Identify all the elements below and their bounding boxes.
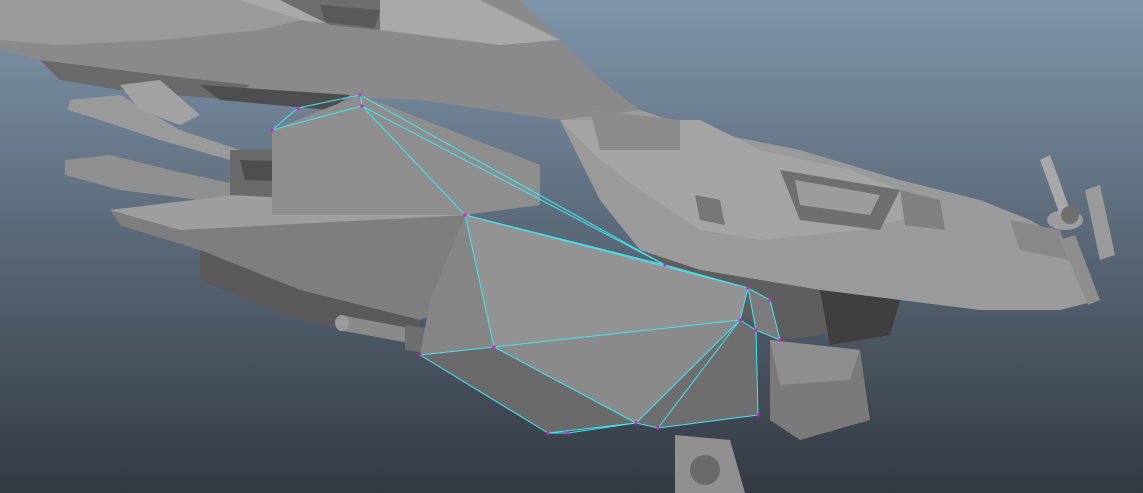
vertex[interactable] [546,431,550,435]
vertex[interactable] [656,426,660,430]
vertex[interactable] [463,213,467,217]
vertex[interactable] [746,286,750,290]
vertex[interactable] [566,431,570,435]
vertex[interactable] [778,338,782,342]
vertex[interactable] [663,263,667,267]
3d-viewport[interactable] [0,0,1143,493]
vertex[interactable] [418,353,422,357]
vertex[interactable] [768,298,772,302]
vertex[interactable] [358,93,362,97]
vertex[interactable] [296,106,300,110]
vertex[interactable] [738,318,742,322]
vertex[interactable] [634,421,638,425]
vertex[interactable] [360,104,364,108]
vertex[interactable] [756,413,760,417]
vertex[interactable] [270,128,274,132]
vertex[interactable] [492,345,496,349]
vertex[interactable] [754,328,758,332]
scene-render[interactable] [0,0,1143,493]
